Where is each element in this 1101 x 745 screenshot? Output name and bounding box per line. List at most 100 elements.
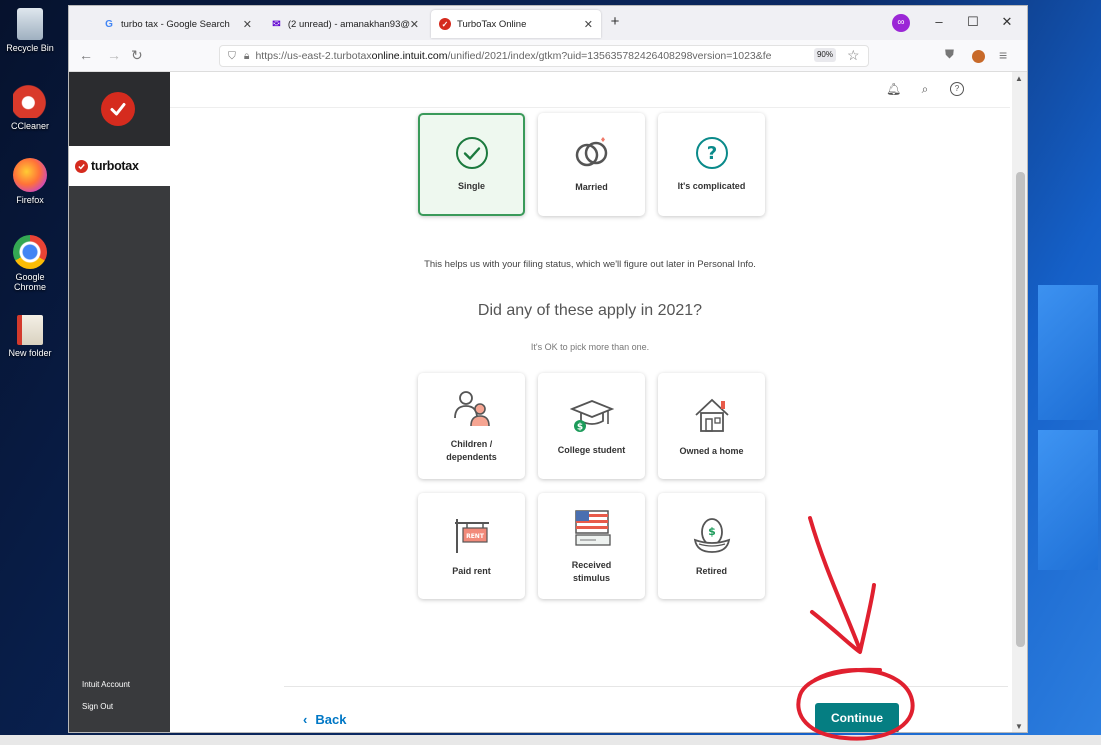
maximize-icon[interactable]: ☐ [963,14,983,30]
close-window-icon[interactable]: ✕ [997,14,1017,30]
card-label: Received stimulus [571,560,612,583]
extension-icon[interactable]: ∞ [892,14,910,32]
bell-icon[interactable]: 🔔︎ [886,82,901,96]
new-tab-button[interactable]: + [605,13,625,30]
pocket-icon[interactable]: ⛊ [945,47,954,62]
lock-icon: 🔒︎ [243,49,250,62]
tab-label: TurboTax Online [457,18,527,30]
google-icon: G [105,18,113,30]
card-label: It's complicated [677,181,746,191]
desktop-icon-firefox[interactable]: Firefox [2,158,58,205]
help-icon[interactable]: ? [950,82,964,96]
card-label: College student [557,444,626,455]
question-heading: Did any of these apply in 2021? [477,302,703,319]
svg-text:?: ? [706,143,716,164]
url-bar[interactable]: ⛉ 🔒︎ https://us-east-2.turbotax online.in… [219,45,869,67]
bookmark-star-icon[interactable]: ☆ [847,47,860,64]
account-avatar-icon[interactable] [972,50,985,63]
rent-sign-icon: RENT [454,518,489,553]
navigation-bar: ← → ↻ ⛉ 🔒︎ https://us-east-2.turbotax onl… [69,40,1027,72]
continue-button[interactable]: Continue [815,703,899,732]
back-label: Back [315,712,347,727]
turbotax-page: turbotax Intuit Account Sign Out 🔔︎ ⌕ ? … [69,72,1027,732]
search-icon[interactable]: ⌕ [918,82,932,96]
situation-card-rent[interactable]: RENT Paid rent [418,493,525,599]
tab-google-search[interactable]: G turbo tax - Google Search ✕ [95,10,260,38]
reload-icon[interactable]: ↻ [131,47,143,64]
scroll-up-arrow-icon[interactable]: ▲ [1015,74,1023,83]
turbotax-logo-icon[interactable] [101,92,135,126]
card-label: Married [575,182,608,192]
tab-mail[interactable]: ✉ (2 unread) - amanakhan93@yal ✕ [263,10,427,38]
scrollbar[interactable]: ▲ ▼ [1012,72,1027,732]
desktop-icon-recycle-bin[interactable]: Recycle Bin [2,8,58,53]
close-icon[interactable]: ✕ [410,18,419,31]
scrollbar-thumb[interactable] [1016,172,1025,647]
footer-divider [284,686,1008,687]
back-button[interactable]: ‹ Back [303,712,346,727]
sign-out-link[interactable]: Sign Out [82,702,113,711]
checkmark-circle-icon [455,137,488,169]
desktop-icon-label: CCleaner [10,121,50,131]
svg-text:$: $ [708,525,716,538]
house-icon [694,398,729,432]
zoom-level-badge[interactable]: 90% [814,48,836,62]
card-label: Retired [695,565,727,576]
status-card-single[interactable]: Single [418,113,525,216]
chrome-icon [13,235,47,269]
flag-check-icon [574,510,611,546]
browser-window: G turbo tax - Google Search ✕ ✉ (2 unrea… [68,5,1028,733]
turbotax-check-icon [75,159,88,173]
scroll-down-arrow-icon[interactable]: ▼ [1015,722,1023,731]
situation-card-children[interactable]: Children / dependents [418,373,525,479]
desktop-icon-label: Recycle Bin [6,43,54,53]
folder-icon [17,315,43,345]
close-icon[interactable]: ✕ [243,18,252,31]
mail-icon: ✉ [272,18,281,30]
url-host: online.intuit.com [371,50,448,62]
menu-icon[interactable]: ≡ [999,47,1007,63]
situation-card-retired[interactable]: $ Retired [658,493,765,599]
back-arrow-icon[interactable]: ← [79,47,93,63]
forward-arrow-icon[interactable]: → [107,47,121,63]
card-label: Single [457,181,485,191]
situation-card-college[interactable]: $ College student [538,373,645,479]
minimize-icon[interactable]: – [929,14,949,29]
nest-egg-icon: $ [693,517,730,553]
taskbar-edge [0,735,1101,745]
intuit-account-link[interactable]: Intuit Account [82,680,130,689]
windows-logo-pane [1038,285,1098,420]
chevron-left-icon: ‹ [303,712,308,727]
ccleaner-icon [13,84,47,118]
brand-name: turbotax [91,159,139,173]
desktop-icon-new-folder[interactable]: New folder [2,315,58,358]
svg-text:$: $ [576,422,582,432]
card-label: Owned a home [679,445,744,456]
status-card-married[interactable]: Married [538,113,645,216]
card-label: Paid rent [452,565,491,576]
close-icon[interactable]: ✕ [584,18,593,31]
desktop-icon-chrome[interactable]: Google Chrome [2,235,58,292]
situation-card-stimulus[interactable]: Received stimulus [538,493,645,599]
windows-logo-pane [1038,430,1098,570]
turbotax-icon: ✓ [439,18,451,30]
sidebar: turbotax Intuit Account Sign Out [69,72,170,732]
graduation-cap-icon: $ [569,399,614,432]
rings-icon [575,137,607,167]
brand-box: turbotax [69,146,170,186]
recycle-bin-icon [17,8,43,40]
card-label: Children / dependents [446,439,497,462]
status-card-complicated[interactable]: ? It's complicated [658,113,765,216]
sidebar-header [69,72,170,146]
url-path: /unified/2021/index/gtkm?uid=13563578242… [447,50,772,62]
shield-icon: ⛉ [228,49,236,62]
desktop-icon-label: Google Chrome [13,272,46,292]
desktop-icon-ccleaner[interactable]: CCleaner [2,84,58,131]
filing-status-hint: This helps us with your filing status, w… [424,259,756,270]
situation-card-home[interactable]: Owned a home [658,373,765,479]
family-icon [453,391,490,427]
tab-bar: G turbo tax - Google Search ✕ ✉ (2 unrea… [69,6,1027,40]
tab-turbotax-online[interactable]: ✓ TurboTax Online ✕ [431,10,601,38]
tab-label: turbo tax - Google Search [121,18,230,30]
tab-label: (2 unread) - amanakhan93@yal [287,18,410,30]
